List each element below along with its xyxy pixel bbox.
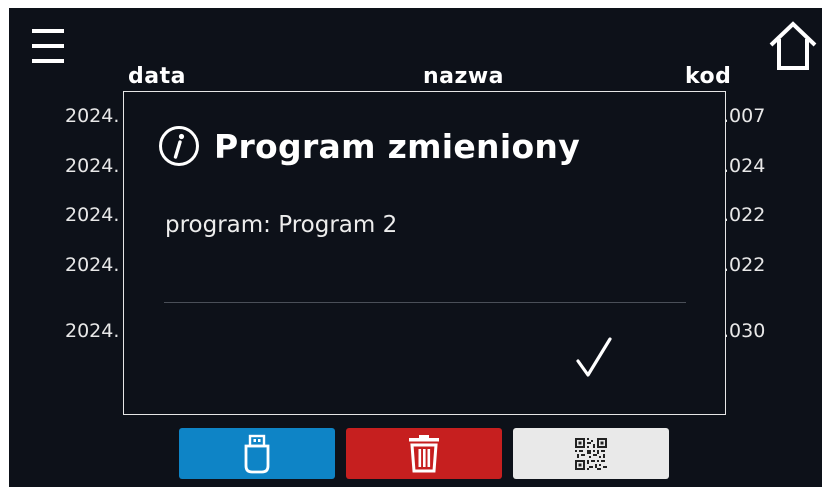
row-date: 2024.: [65, 320, 120, 342]
dialog-title-text: Program zmieniony: [214, 126, 581, 166]
row-code: .024: [723, 155, 766, 177]
column-header-data[interactable]: data: [128, 64, 186, 89]
program-changed-dialog: Program zmieniony program: Program 2: [123, 91, 726, 415]
row-code: .022: [723, 254, 766, 276]
column-header-nazwa[interactable]: nazwa: [423, 64, 504, 89]
trash-icon: [409, 434, 439, 472]
row-date: 2024.: [65, 254, 120, 276]
screen: data nazwa kod 2024. .007 2024. .024 202…: [9, 8, 822, 487]
column-header-kod[interactable]: kod: [685, 64, 731, 89]
row-date: 2024.: [65, 155, 120, 177]
usb-drive-icon: [244, 434, 270, 473]
confirm-button[interactable]: [564, 334, 624, 384]
row-date: 2024.: [65, 204, 120, 226]
qr-code-button[interactable]: [513, 428, 669, 479]
qr-code-icon: [575, 437, 607, 470]
dialog-divider: [164, 302, 686, 303]
menu-button[interactable]: [31, 27, 65, 67]
row-date: 2024.: [65, 105, 120, 127]
dialog-message: program: Program 2: [165, 212, 398, 238]
checkmark-icon: [576, 337, 612, 377]
home-icon: [769, 21, 817, 70]
row-code: .030: [723, 320, 766, 342]
row-code: .022: [723, 204, 766, 226]
hamburger-menu-icon: [32, 29, 64, 63]
row-code: .007: [723, 105, 766, 127]
delete-button[interactable]: [346, 428, 502, 479]
home-button[interactable]: [768, 20, 818, 72]
dialog-title: Program zmieniony: [158, 125, 580, 167]
usb-export-button[interactable]: [179, 428, 335, 479]
info-icon: [159, 126, 199, 166]
